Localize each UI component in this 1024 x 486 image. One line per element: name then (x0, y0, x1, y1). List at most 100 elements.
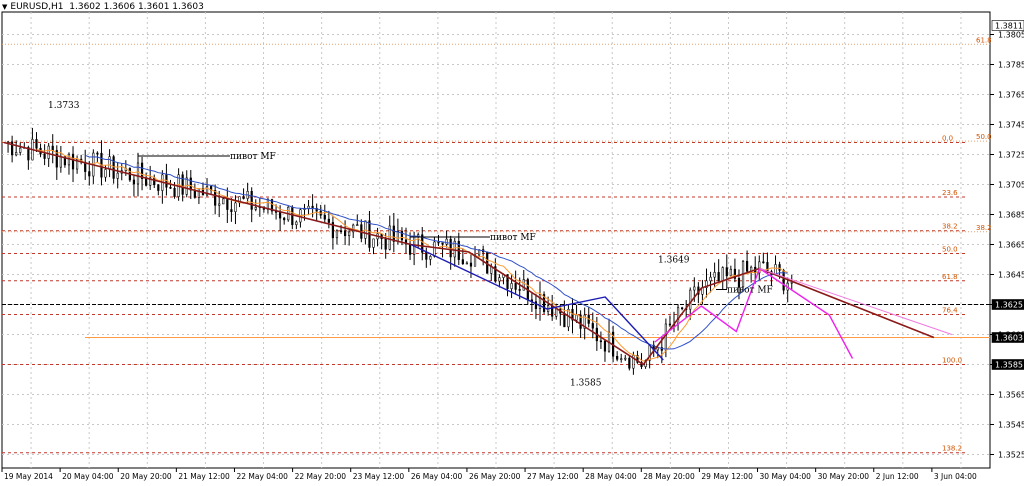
price-tick-label: 1.3745 (998, 121, 1024, 130)
price-tick-label: 1.3525 (998, 451, 1024, 460)
candle-body (575, 314, 578, 321)
candle-body (356, 224, 359, 226)
price-box-label: 1.3603 (995, 334, 1023, 343)
candle-body (681, 307, 684, 310)
time-tick-label: 28 May 04:00 (585, 472, 637, 481)
candle-body (624, 357, 627, 360)
candle-body (717, 272, 720, 282)
symbol-name: EURUSD,H1 (10, 2, 64, 12)
candle-body (693, 286, 696, 291)
candle-body (445, 238, 448, 245)
candle-body (778, 264, 781, 271)
candle-body (335, 230, 339, 239)
candle-body (510, 283, 513, 289)
candle-body (433, 241, 436, 257)
fib-level-label: 76.4 (942, 307, 958, 315)
price-chart[interactable]: 1.3805 1.3785 1.3765 1.3745 1.3725 1.3705 1.36… (0, 0, 1024, 482)
candle-body (628, 357, 631, 369)
price-tick-label: 1.3685 (998, 211, 1024, 220)
candle-body (250, 190, 253, 210)
candle-body (498, 277, 501, 282)
fib-level-label: 138.2 (942, 445, 962, 453)
candle-body (469, 262, 473, 267)
candle-body (157, 184, 160, 191)
candle-body (173, 187, 176, 197)
candle-body (563, 312, 566, 328)
candle-body (620, 358, 623, 361)
candle-body (104, 169, 107, 178)
candle-body (71, 153, 75, 170)
candle-body (153, 177, 156, 186)
candle-body (676, 307, 680, 325)
candle-body (729, 268, 732, 277)
price-tick-label: 1.3805 (998, 31, 1024, 40)
candle-body (425, 252, 428, 260)
candle-body (234, 202, 237, 213)
price-tick-label: 1.3785 (998, 61, 1024, 70)
candle-body (408, 243, 412, 255)
candle-body (774, 264, 777, 276)
candle-body (108, 156, 111, 170)
symbol-header: ▼ EURUSD,H1 1.3602 1.3606 1.3601 1.3603 (2, 2, 204, 12)
candle-body (112, 156, 115, 179)
fib-level-label: 23.6 (942, 189, 958, 197)
price-tick-label: 1.3725 (998, 151, 1024, 160)
time-tick-label: 2 Jun 12:00 (876, 472, 919, 481)
chart-annotation: пивот MF (230, 152, 276, 162)
candle-body (291, 206, 294, 226)
candle-body (603, 340, 607, 352)
price-tick-label: 1.3665 (998, 241, 1024, 250)
fib-level-label-right: 61.8 (976, 36, 992, 44)
candle-body (189, 177, 192, 191)
candle-body (169, 186, 172, 189)
candle-body (242, 196, 245, 199)
candle-body (449, 238, 452, 258)
candle-body (762, 261, 765, 264)
candle-body (668, 323, 672, 326)
candle-body (88, 171, 91, 177)
candle-body (664, 323, 667, 351)
candle-body (616, 355, 619, 360)
chart-annotation: 1.3649 (658, 256, 690, 266)
candle-body (392, 225, 395, 242)
candle-body (721, 267, 724, 282)
candle-body (283, 217, 286, 221)
candle-body (323, 214, 326, 220)
collapse-triangle-icon[interactable]: ▼ (2, 3, 7, 11)
candle-body (437, 241, 440, 244)
candle-body (766, 262, 769, 272)
candle-body (51, 145, 54, 151)
price-box-label: 1.3625 (995, 301, 1023, 310)
chart-annotation: пивот MF (490, 233, 536, 243)
candle-body (465, 262, 469, 265)
time-tick-label: 22 May 20:00 (295, 472, 347, 481)
candle-body (43, 153, 46, 159)
candle-body (339, 230, 343, 233)
candle-body (514, 283, 517, 290)
price-tick-label: 1.3765 (998, 91, 1024, 100)
time-tick-label: 20 May 04:00 (62, 472, 114, 481)
time-tick-label: 29 May 12:00 (701, 472, 753, 481)
time-tick-label: 23 May 12:00 (353, 472, 405, 481)
chart-area[interactable]: 1.3805 1.3785 1.3765 1.3745 1.3725 1.3705 1.36… (0, 0, 1024, 482)
candle-body (599, 340, 603, 343)
candle-body (96, 152, 99, 155)
candle-body (327, 218, 330, 223)
candle-body (518, 289, 521, 291)
candle-body (222, 198, 225, 205)
candle-body (591, 323, 594, 329)
candle-body (254, 206, 257, 210)
time-tick-label: 21 May 12:00 (178, 472, 230, 481)
chart-annotation: пивот MF (727, 286, 773, 296)
time-tick-label: 30 May 04:00 (760, 472, 812, 481)
candle-body (555, 308, 558, 317)
candle-body (218, 203, 221, 206)
time-tick-label: 3 Jun 04:00 (934, 472, 977, 481)
fib-level-label: 38.2 (942, 223, 958, 231)
price-box-label: 1.3585 (995, 361, 1023, 370)
candle-body (230, 209, 233, 213)
candle-body (709, 276, 712, 282)
time-tick-label: 22 May 04:00 (236, 472, 288, 481)
candle-body (713, 272, 716, 278)
ohlc-readout: 1.3602 1.3606 1.3601 1.3603 (69, 2, 204, 12)
